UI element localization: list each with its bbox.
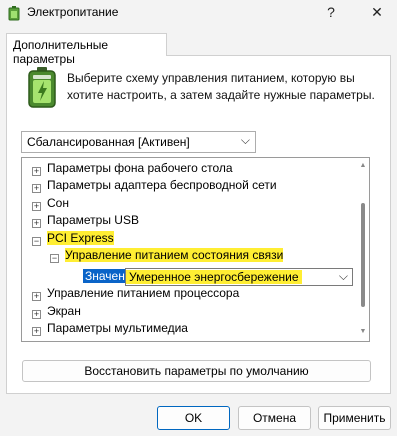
tree-scrollbar[interactable]: ▲ ▼ xyxy=(358,159,368,340)
tree-item-label: Экран xyxy=(47,304,81,318)
expand-icon[interactable]: + xyxy=(32,292,41,301)
description-text: Выберите схему управления питанием, кото… xyxy=(67,71,375,102)
restore-defaults-button[interactable]: Восстановить параметры по умолчанию xyxy=(22,360,371,382)
cancel-button[interactable]: Отмена xyxy=(238,406,311,430)
tree-item-label: Параметры адаптера беспроводной сети xyxy=(47,178,277,192)
expand-icon[interactable]: + xyxy=(32,310,41,319)
tree-item-label: Параметры фона рабочего стола xyxy=(47,161,233,175)
tree-item-label: Сон xyxy=(47,196,69,210)
expand-icon[interactable]: + xyxy=(32,202,41,211)
battery-icon xyxy=(28,67,56,108)
ok-button[interactable]: OK xyxy=(157,406,230,430)
expand-icon[interactable]: + xyxy=(32,184,41,193)
tree-item-label: Параметры мультимедиа xyxy=(47,321,188,335)
expand-icon[interactable]: + xyxy=(32,219,41,228)
scrollbar-thumb[interactable] xyxy=(361,203,365,307)
tree-item-sleep[interactable]: Сон xyxy=(47,195,69,212)
tree-item-pci-express[interactable]: PCI Express xyxy=(47,230,114,247)
scroll-down-icon[interactable]: ▼ xyxy=(358,327,368,337)
power-options-icon xyxy=(8,6,20,21)
power-plan-select[interactable]: Сбалансированная [Активен] ⌵ xyxy=(21,131,256,153)
tree-item-label: Управление питанием процессора xyxy=(47,286,240,300)
setting-value: Умеренное энергосбережение xyxy=(126,270,302,284)
chevron-down-icon: ⌵ xyxy=(338,269,348,283)
collapse-icon[interactable]: − xyxy=(32,237,41,246)
apply-button[interactable]: Применить xyxy=(318,406,391,430)
expand-icon[interactable]: + xyxy=(32,167,41,176)
tree-item-multimedia[interactable]: Параметры мультимедиа xyxy=(47,320,188,337)
help-button[interactable]: ? xyxy=(318,1,344,23)
settings-tree[interactable]: + Параметры фона рабочего стола + Параме… xyxy=(21,157,370,342)
tree-item-wireless-adapter[interactable]: Параметры адаптера беспроводной сети xyxy=(47,177,277,194)
title-bar: Электропитание ? ✕ xyxy=(0,0,397,26)
power-plan-value: Сбалансированная [Активен] xyxy=(27,135,190,149)
tree-item-desktop-background[interactable]: Параметры фона рабочего стола xyxy=(47,160,233,177)
tree-item-usb[interactable]: Параметры USB xyxy=(47,212,139,229)
close-button[interactable]: ✕ xyxy=(362,1,392,23)
tree-item-display[interactable]: Экран xyxy=(47,303,81,320)
chevron-down-icon: ⌵ xyxy=(240,133,250,147)
tree-item-label: PCI Express xyxy=(47,231,114,245)
tree-item-label: Управление питанием состояния связи xyxy=(65,248,284,262)
tab-advanced-settings[interactable]: Дополнительные параметры xyxy=(6,33,167,66)
tree-item-label: Параметры USB xyxy=(47,213,139,227)
setting-value-select[interactable]: Умеренное энергосбережение ⌵ xyxy=(125,268,353,286)
tree-item-link-state-power[interactable]: Управление питанием состояния связи xyxy=(65,247,284,264)
tab-label: Дополнительные параметры xyxy=(13,38,108,66)
collapse-icon[interactable]: − xyxy=(50,254,59,263)
scroll-up-icon[interactable]: ▲ xyxy=(358,161,368,171)
tree-item-processor-power[interactable]: Управление питанием процессора xyxy=(47,285,239,302)
window-title: Электропитание xyxy=(27,5,119,19)
expand-icon[interactable]: + xyxy=(32,327,41,336)
